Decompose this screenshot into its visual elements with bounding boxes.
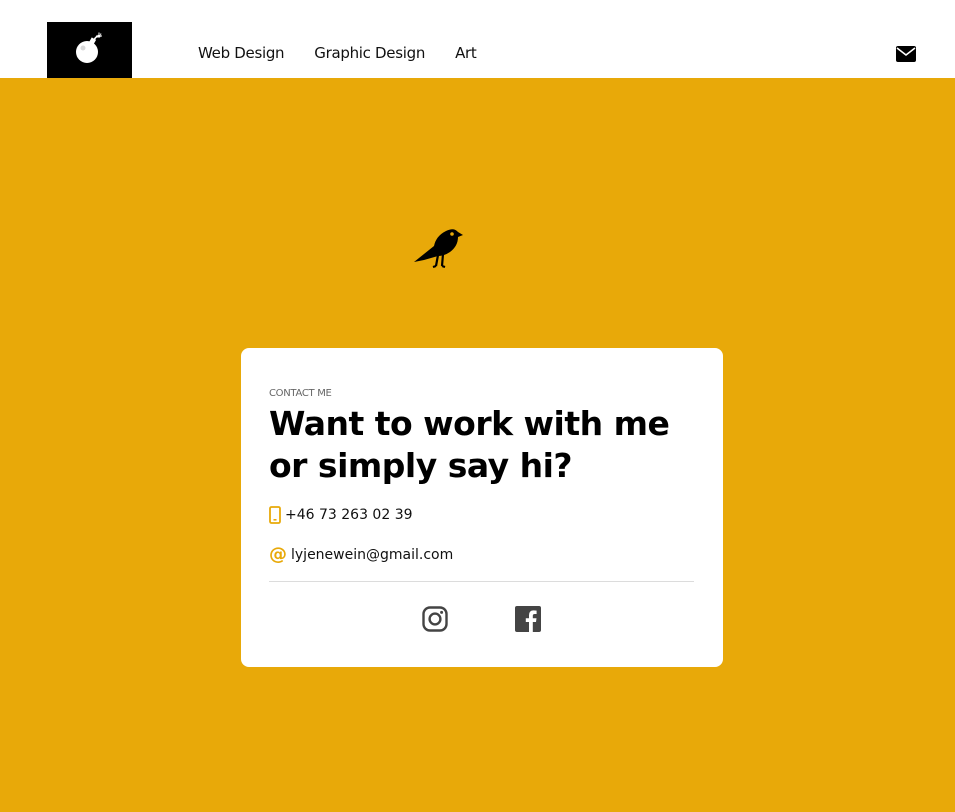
at-icon: @ [269, 544, 287, 565]
main-nav: Web Design Graphic Design Art [198, 44, 477, 62]
crow-icon [414, 229, 463, 269]
phone-number[interactable]: +46 73 263 02 39 [285, 507, 413, 523]
divider [269, 581, 694, 582]
nav-art[interactable]: Art [455, 44, 477, 62]
phone-icon [269, 506, 281, 524]
logo[interactable] [47, 22, 132, 78]
email-address[interactable]: lyjenewein@gmail.com [291, 547, 453, 563]
crow-illustration [412, 226, 464, 269]
facebook-link[interactable] [515, 606, 541, 632]
envelope-icon [896, 46, 916, 62]
instagram-icon [422, 606, 448, 632]
contact-card: CONTACT ME Want to work with me or simpl… [241, 348, 723, 667]
bomb-icon [76, 32, 102, 63]
facebook-icon [515, 606, 541, 632]
mail-button[interactable] [896, 46, 916, 62]
phone-row[interactable]: +46 73 263 02 39 [269, 506, 413, 524]
nav-web-design[interactable]: Web Design [198, 44, 285, 62]
site-header: Web Design Graphic Design Art [0, 0, 955, 78]
contact-eyebrow: CONTACT ME [269, 388, 332, 399]
instagram-link[interactable] [422, 606, 448, 632]
email-row[interactable]: @ lyjenewein@gmail.com [269, 546, 453, 564]
contact-title: Want to work with me or simply say hi? [269, 404, 670, 485]
nav-graphic-design[interactable]: Graphic Design [314, 44, 425, 62]
